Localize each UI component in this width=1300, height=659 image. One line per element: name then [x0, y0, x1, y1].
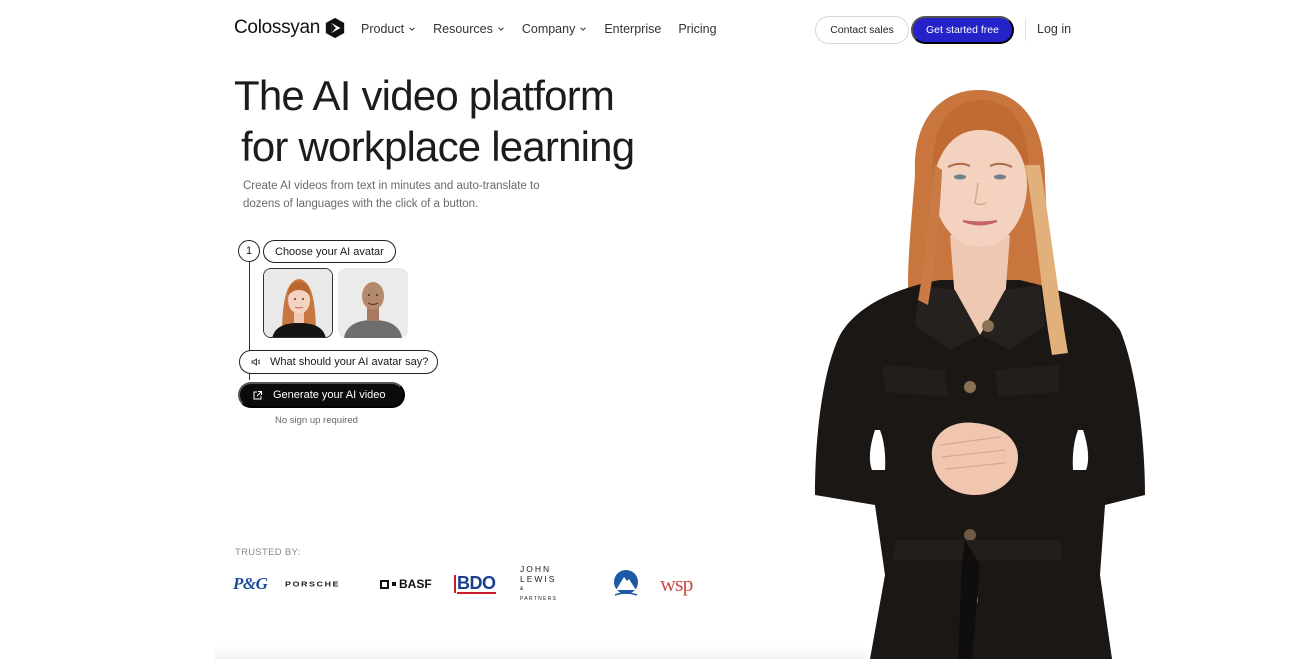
- login-link[interactable]: Log in: [1037, 22, 1071, 36]
- female-avatar-image: [264, 269, 332, 337]
- male-avatar-image: [338, 268, 408, 338]
- nav-product[interactable]: Product: [361, 22, 416, 36]
- basf-logo: BASF: [380, 568, 432, 600]
- get-started-button[interactable]: Get started free: [911, 16, 1014, 44]
- avatar-option-female[interactable]: [263, 268, 333, 338]
- chevron-down-icon: [580, 27, 587, 31]
- bdo-logo: BDO: [454, 568, 496, 600]
- porsche-logo: PORSCHE: [285, 580, 341, 588]
- paramount-logo: [610, 568, 642, 600]
- nav-company-label: Company: [521, 22, 576, 36]
- top-nav: Colossyan Product Resources Company Ente…: [0, 0, 1300, 60]
- bottom-fade: [215, 645, 865, 659]
- john-lewis-subtext: & PARTNERS: [520, 586, 558, 602]
- nav-pricing[interactable]: Pricing: [678, 22, 716, 36]
- john-lewis-text: JOHN LEWIS: [520, 564, 557, 584]
- colossyan-logo-icon: [325, 17, 345, 39]
- basf-dot-icon: [392, 582, 396, 586]
- basf-square-icon: [380, 579, 389, 589]
- nav-product-label: Product: [361, 22, 405, 36]
- speaker-icon: [251, 358, 261, 366]
- brand-name: Colossyan: [234, 17, 321, 38]
- nav-links: Product Resources Company Enterprise Pri…: [361, 22, 734, 36]
- trusted-by-label: TRUSTED BY:: [235, 547, 301, 558]
- paramount-mountain-icon: [614, 570, 638, 596]
- hero-title: The AI video platform for workplace lear…: [234, 70, 635, 172]
- nav-enterprise[interactable]: Enterprise: [604, 22, 661, 36]
- ai-avatar-presenter-image: [815, 90, 1145, 659]
- bdo-text: BDO: [457, 572, 496, 594]
- external-link-icon: [253, 390, 262, 399]
- generate-video-label: Generate your AI video: [273, 389, 386, 401]
- john-lewis-logo: JOHN LEWIS & PARTNERS: [520, 564, 557, 602]
- brand-logo[interactable]: Colossyan: [234, 17, 346, 39]
- contact-sales-button[interactable]: Contact sales: [815, 16, 909, 44]
- nav-resources-label: Resources: [433, 22, 493, 36]
- hero-title-line1: The AI video platform: [234, 72, 615, 119]
- nav-resources[interactable]: Resources: [433, 22, 505, 36]
- avatar-option-male[interactable]: [338, 268, 408, 338]
- generate-video-button[interactable]: Generate your AI video: [238, 382, 405, 408]
- hero-subtitle: Create AI videos from text in minutes an…: [243, 180, 540, 210]
- chevron-down-icon: [498, 27, 504, 31]
- hero-title-line2: for workplace learning: [241, 123, 635, 170]
- choose-avatar-label: Choose your AI avatar: [263, 240, 396, 263]
- pg-logo: P&G: [233, 574, 268, 593]
- basf-text: BASF: [399, 577, 432, 591]
- nav-divider: [1025, 19, 1026, 41]
- chevron-down-icon: [409, 27, 415, 31]
- step-number: 1: [238, 240, 260, 262]
- nav-pricing-label: Pricing: [678, 22, 717, 36]
- no-signup-note: No sign up required: [275, 415, 358, 426]
- avatar-script-placeholder: What should your AI avatar say?: [270, 356, 429, 368]
- wsp-logo: wsp: [660, 571, 693, 596]
- nav-company[interactable]: Company: [522, 22, 588, 36]
- bdo-bar-icon: [454, 575, 456, 593]
- avatar-script-input[interactable]: What should your AI avatar say?: [239, 350, 438, 374]
- nav-enterprise-label: Enterprise: [604, 22, 662, 36]
